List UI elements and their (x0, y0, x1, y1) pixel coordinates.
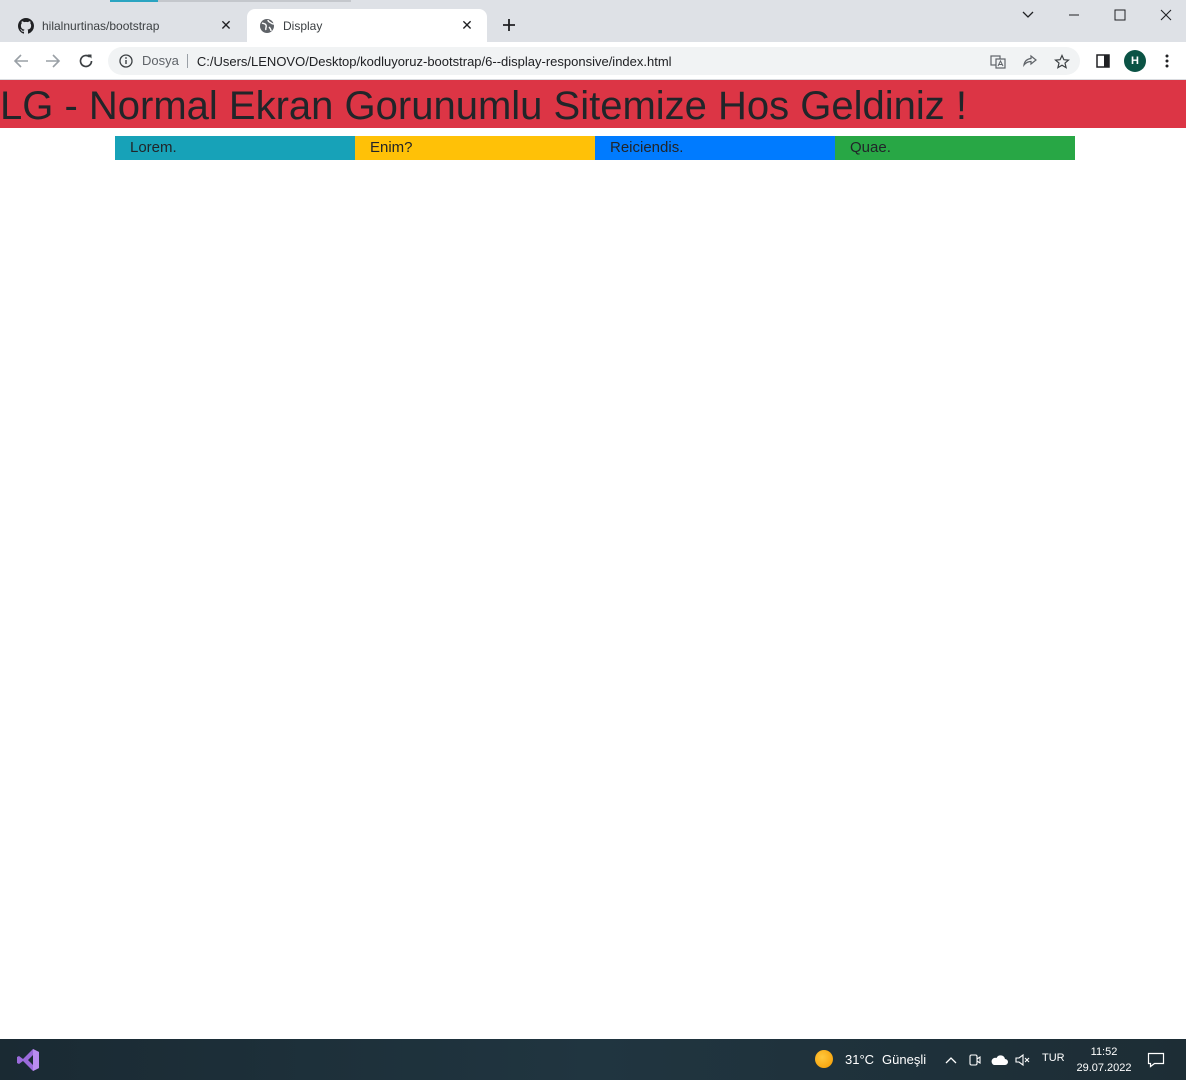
back-button[interactable] (10, 50, 32, 72)
browser-tab-strip: hilalnurtinas/bootstrap ✕ Display ✕ (0, 0, 1186, 42)
volume-muted-icon[interactable] (1013, 1051, 1031, 1069)
close-window-button[interactable] (1155, 4, 1177, 26)
maximize-button[interactable] (1109, 4, 1131, 26)
tab-title: Display (283, 18, 323, 33)
share-icon[interactable] (1021, 53, 1039, 71)
menu-icon[interactable] (1157, 51, 1177, 71)
page-title: LG - Normal Ekran Gorunumlu Sitemize Hos… (0, 84, 967, 128)
page-viewport: LG - Normal Ekran Gorunumlu Sitemize Hos… (0, 80, 1186, 1039)
column-reiciendis: Reiciendis. (595, 136, 835, 160)
input-language[interactable]: TUR (1042, 1052, 1065, 1064)
github-icon (18, 17, 34, 34)
clock-date: 29.07.2022 (1076, 1062, 1132, 1074)
browser-toolbar: Dosya C:/Users/LENOVO/Desktop/kodluyoruz… (0, 42, 1186, 80)
address-bar[interactable]: Dosya C:/Users/LENOVO/Desktop/kodluyoruz… (108, 47, 1080, 75)
column-enim: Enim? (355, 136, 595, 160)
header-banner: LG - Normal Ekran Gorunumlu Sitemize Hos… (0, 80, 1186, 128)
tab-title: hilalnurtinas/bootstrap (42, 18, 160, 33)
meet-now-icon[interactable] (966, 1051, 984, 1069)
reload-button[interactable] (75, 50, 97, 72)
tab-display[interactable]: Display ✕ (247, 9, 487, 42)
notification-icon[interactable] (1146, 1050, 1166, 1070)
info-icon[interactable] (118, 53, 134, 69)
tab-loading-indicator (110, 0, 158, 2)
tab-search-icon[interactable] (1017, 4, 1039, 26)
onedrive-cloud-icon[interactable] (990, 1051, 1008, 1069)
tab-github[interactable]: hilalnurtinas/bootstrap ✕ (8, 9, 244, 42)
column-lorem: Lorem. (115, 136, 355, 160)
temperature: 31°C (845, 1051, 875, 1067)
tab-indicator (158, 0, 351, 2)
weather-widget[interactable]: 31°C Güneşli (815, 1050, 926, 1068)
weather-condition: Güneşli (882, 1051, 927, 1067)
sun-icon (815, 1050, 833, 1068)
visual-studio-icon[interactable] (14, 1046, 42, 1074)
scheme-label: Dosya (142, 54, 188, 68)
profile-avatar[interactable]: H (1124, 50, 1146, 72)
globe-icon (259, 18, 275, 34)
side-panel-icon[interactable] (1093, 51, 1113, 71)
translate-icon[interactable] (989, 53, 1007, 71)
clock[interactable]: 11:52 29.07.2022 (1072, 1044, 1136, 1076)
new-tab-button[interactable] (499, 15, 519, 35)
close-icon[interactable]: ✕ (459, 17, 475, 34)
clock-time: 11:52 (1090, 1046, 1118, 1058)
bookmark-star-icon[interactable] (1053, 53, 1071, 71)
column-quae: Quae. (835, 136, 1075, 160)
windows-taskbar: 31°C Güneşli TUR 11:52 29.07.2022 (0, 1039, 1186, 1080)
column-row: Lorem. Enim? Reiciendis. Quae. (115, 136, 1075, 160)
forward-button[interactable] (42, 50, 64, 72)
minimize-button[interactable] (1063, 4, 1085, 26)
chevron-up-icon[interactable] (942, 1051, 960, 1069)
url-text[interactable]: C:/Users/LENOVO/Desktop/kodluyoruz-boots… (197, 54, 672, 69)
close-icon[interactable]: ✕ (218, 17, 234, 34)
